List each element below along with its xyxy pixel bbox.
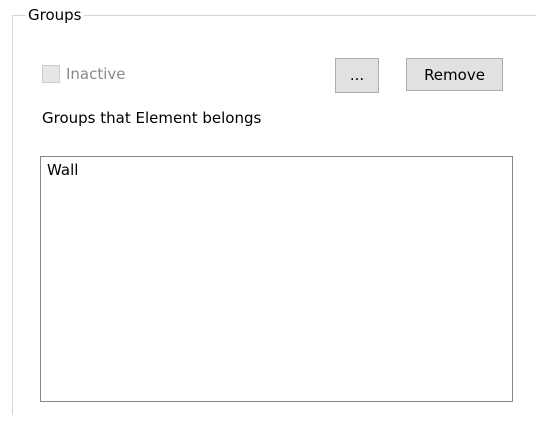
browse-groups-button[interactable]: ... [335, 58, 379, 93]
list-item[interactable]: Wall [41, 157, 512, 180]
groupbox-title: Groups [26, 5, 85, 25]
checkbox-box-icon[interactable] [42, 65, 60, 83]
groups-list-caption: Groups that Element belongs [42, 109, 262, 127]
groups-listbox[interactable]: Wall [40, 156, 513, 402]
remove-button[interactable]: Remove [406, 58, 503, 91]
inactive-checkbox[interactable]: Inactive [42, 62, 126, 86]
inactive-checkbox-label: Inactive [66, 65, 126, 83]
